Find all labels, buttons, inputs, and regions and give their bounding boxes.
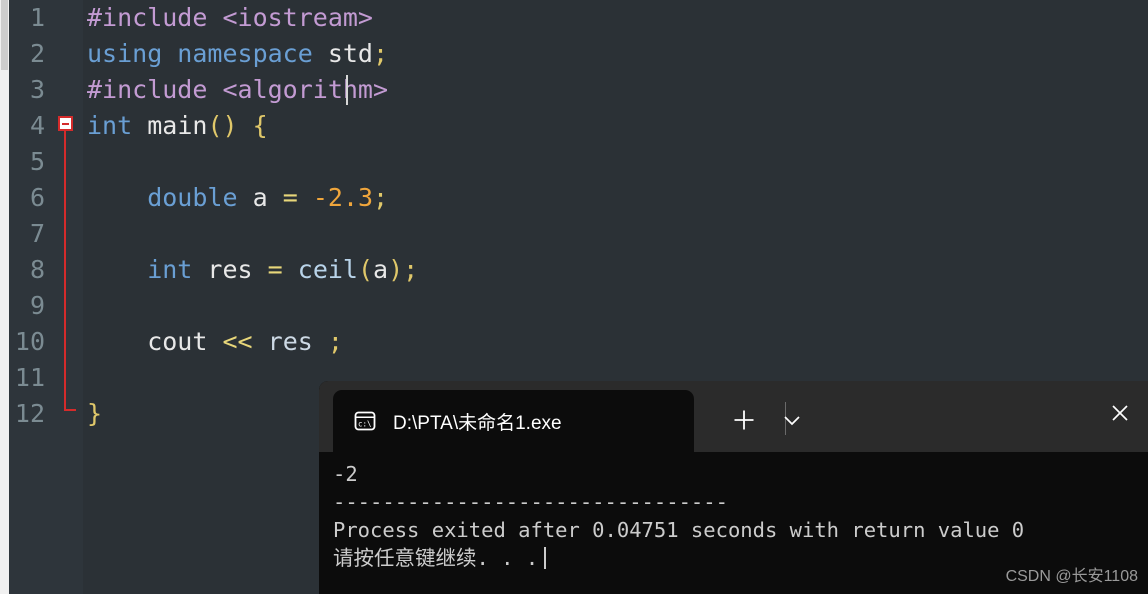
close-icon[interactable] — [1106, 399, 1134, 427]
terminal-output-line: -------------------------------- — [333, 490, 728, 514]
code-token: () — [207, 111, 238, 140]
code-line[interactable]: cout << res ; — [83, 324, 1148, 360]
svg-text:c:\: c:\ — [358, 420, 372, 429]
terminal-tab-title: D:\PTA\未命名1.exe — [393, 412, 562, 434]
code-token: using namespace — [87, 39, 328, 68]
terminal-caret — [544, 547, 547, 569]
code-line[interactable]: #include <algorithm> — [83, 72, 1148, 108]
code-token: a — [252, 183, 268, 212]
cmd-prompt-icon: c:\ — [352, 408, 378, 434]
line-number: 6 — [29, 183, 45, 212]
code-token: } — [87, 399, 103, 428]
code-line[interactable]: double a = -2.3; — [83, 180, 1148, 216]
code-line[interactable]: int main() { — [83, 108, 1148, 144]
line-number: 10 — [14, 327, 45, 356]
code-token: std — [327, 39, 373, 68]
code-token: #include <iostream> — [87, 3, 373, 32]
code-token: a — [373, 255, 389, 284]
code-token: #include <algorithm> — [87, 75, 389, 104]
gutter-line-number: 10 — [9, 324, 83, 360]
code-token: res — [207, 255, 253, 284]
code-fold-toggle-icon[interactable] — [58, 116, 73, 131]
editor-gutter: 1 2 3 4 5 6 7 8 9 10 11 12 — [9, 0, 83, 594]
terminal-tab[interactable]: c:\ D:\PTA\未命名1.exe — [333, 390, 694, 452]
line-number: 2 — [29, 39, 45, 68]
code-line[interactable]: #include <iostream> — [83, 0, 1148, 36]
code-token: cout — [87, 327, 208, 356]
code-token: ; — [372, 39, 389, 68]
code-token: << — [222, 327, 253, 356]
line-number: 3 — [29, 75, 45, 104]
line-number: 1 — [29, 3, 45, 32]
gutter-line-number: 2 — [9, 36, 83, 72]
chevron-down-icon[interactable] — [759, 403, 825, 437]
gutter-line-number: 3 — [9, 72, 83, 108]
code-token: ( — [357, 255, 374, 284]
code-token: int — [87, 255, 208, 284]
line-number: 5 — [29, 147, 45, 176]
terminal-window[interactable]: c:\ D:\PTA\未命名1.exe -2 -----------------… — [319, 381, 1148, 594]
code-line[interactable]: int res = ceil(a); — [83, 252, 1148, 288]
text-caret — [346, 75, 348, 105]
gutter-line-number: 9 — [9, 288, 83, 324]
line-number: 8 — [29, 255, 45, 284]
terminal-output-line: -2 — [333, 462, 358, 486]
code-token: int — [87, 111, 148, 140]
watermark: CSDN @长安1108 — [1005, 568, 1138, 585]
code-token: ) — [388, 255, 404, 284]
code-token: main — [147, 111, 208, 140]
terminal-titlebar[interactable]: c:\ D:\PTA\未命名1.exe — [319, 381, 1148, 452]
code-token: = — [267, 255, 283, 284]
plus-icon[interactable] — [727, 403, 761, 437]
code-line[interactable] — [83, 144, 1148, 180]
code-token: = — [282, 183, 298, 212]
gutter-line-number: 7 — [9, 216, 83, 252]
gutter-line-number: 11 — [9, 360, 83, 396]
code-line[interactable]: using namespace std; — [83, 36, 1148, 72]
line-number: 9 — [29, 291, 45, 320]
terminal-output-line: Process exited after 0.04751 seconds wit… — [333, 518, 1025, 542]
code-token: res — [267, 327, 313, 356]
code-token: ceil — [297, 255, 358, 284]
code-token: ; — [327, 327, 343, 356]
code-fold-guide-line — [64, 131, 66, 411]
line-number: 11 — [14, 363, 45, 392]
line-number: 7 — [29, 219, 45, 248]
gutter-line-number: 12 — [9, 396, 83, 432]
code-line[interactable] — [83, 216, 1148, 252]
code-token: 2.3 — [327, 183, 374, 212]
code-token: ; — [403, 255, 419, 284]
code-token: { — [252, 111, 268, 140]
code-token: double — [87, 183, 253, 212]
scrollbar-thumb[interactable] — [1, 0, 8, 70]
terminal-prompt-text: 请按任意键继续. . . — [333, 546, 539, 570]
gutter-line-number: 5 — [9, 144, 83, 180]
gutter-line-number: 1 — [9, 0, 83, 36]
line-number: 4 — [29, 111, 45, 140]
gutter-line-number: 8 — [9, 252, 83, 288]
code-token: - — [312, 183, 328, 212]
gutter-line-number: 6 — [9, 180, 83, 216]
code-line[interactable] — [83, 288, 1148, 324]
code-token: ; — [373, 183, 389, 212]
code-fold-guide-end — [64, 409, 76, 411]
line-number: 12 — [14, 399, 45, 428]
